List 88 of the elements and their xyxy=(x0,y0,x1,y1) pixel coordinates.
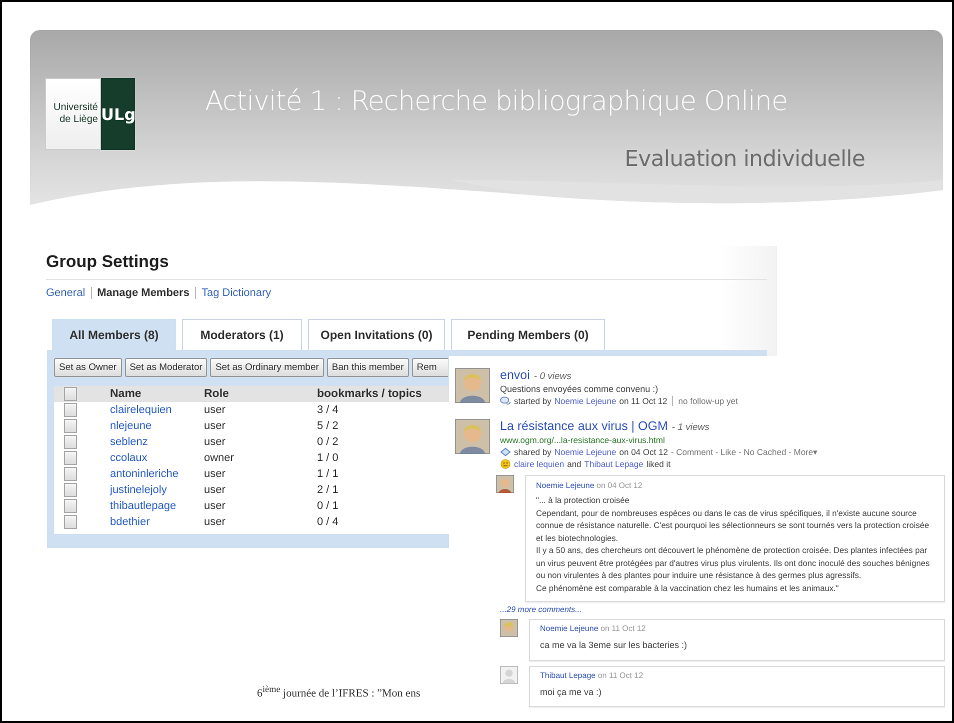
tab[interactable]: Moderators (1) xyxy=(182,319,302,350)
checkbox[interactable] xyxy=(64,483,77,497)
table-cell-text: user xyxy=(204,404,226,416)
checkbox[interactable] xyxy=(64,451,77,465)
table-cell-text: user xyxy=(204,516,226,528)
post-meta: no follow-up yet xyxy=(672,396,738,406)
table-cell: 2 / 1 xyxy=(317,484,338,496)
table-cell-text: user xyxy=(204,420,226,432)
smiley-icon xyxy=(500,459,511,469)
more-comments-link[interactable]: ...29 more comments... xyxy=(500,605,945,614)
slide-title: Activité 1 : Recherche bibliographique Online xyxy=(205,86,788,117)
tab[interactable]: Open Invitations (0) xyxy=(308,319,445,350)
table-cell: 1 / 0 xyxy=(317,452,338,464)
table-cell: 1 / 1 xyxy=(317,468,338,480)
action-button[interactable]: Ban this member xyxy=(326,358,409,377)
post-date: on 11 Oct 12 xyxy=(619,396,668,406)
table-cell-text: user xyxy=(204,436,226,448)
member-link[interactable]: thibautlepage xyxy=(110,500,204,512)
column-header: Name xyxy=(110,388,142,400)
action-button[interactable]: Set as Owner xyxy=(54,358,122,377)
member-link[interactable]: antoninleriche xyxy=(110,468,204,480)
member-link[interactable]: ccolaux xyxy=(110,452,204,464)
table-cell-text: user xyxy=(204,468,226,480)
user-link[interactable]: Thibaut Lepage xyxy=(584,459,644,469)
comment-text: "... à la protection croisée Cependant, pour de nombreuses espèces ou dans le cas de virus spécifiques, il n'existe aucune source connue de résistance naturelle. C'est pourquoi les sélectionneurs se sont tournés vers la protection croisée et les biotechnologies. Il y a 50 ans, des chercheurs ont découvert le phénomène de protection croisée. Des plantes infectées par un virus peuvent être protégées par d'autres virus plus virulents. Ils ont donc inoculé des souches bénignes ou non virulentes à des plantes pour induire une résistance à des germes plus agressifs. Ce phénomène est comparable à la vaccination chez les humains et les animaux." xyxy=(536,494,931,594)
column-header: bookmarks / topics xyxy=(317,388,422,400)
post-meta: started by xyxy=(514,396,552,406)
member-link[interactable]: bdethier xyxy=(110,516,204,528)
checkbox[interactable] xyxy=(64,403,77,417)
tab[interactable]: All Members (8) xyxy=(52,319,176,350)
action-button[interactable]: Set as Moderator xyxy=(124,358,208,377)
likes-text: liked it xyxy=(646,459,670,469)
nav-link[interactable]: Manage Members xyxy=(91,287,190,299)
post-meta: - Comment - Like - No Cached - More▾ xyxy=(670,447,818,457)
post-meta: shared by xyxy=(514,447,552,457)
table-cell-text: owner xyxy=(204,452,235,464)
member-link[interactable]: clairelequien xyxy=(110,404,204,416)
post-url: www.ogm.org/...la-resistance-aux-virus.html xyxy=(500,435,666,445)
action-button[interactable]: Set as Ordinary member xyxy=(210,358,324,377)
checkbox[interactable] xyxy=(64,467,77,481)
post-description: Questions envoyées comme convenu :) xyxy=(500,384,660,394)
member-link[interactable]: justinelejoly xyxy=(110,484,204,496)
author-link[interactable]: Noemie Lejeune xyxy=(540,624,598,633)
avatar-icon xyxy=(455,368,490,403)
table-cell-text: user xyxy=(204,484,226,496)
post-date: on 04 Oct 12 xyxy=(619,447,668,457)
table-cell: 0 / 4 xyxy=(317,516,338,528)
author-link[interactable]: Noemie Lejeune xyxy=(554,447,616,457)
tab[interactable]: Pending Members (0) xyxy=(451,319,605,350)
user-link[interactable]: claire lequien xyxy=(514,459,564,469)
checkbox[interactable] xyxy=(64,419,77,433)
avatar-icon xyxy=(455,419,490,454)
view-count: - 1 views xyxy=(672,422,710,433)
table-cell: 0 / 2 xyxy=(317,436,338,448)
avatar-icon xyxy=(496,475,514,493)
slide-footer: 6$^{ième}$ journée de l’IFRES : ”Mon ens xyxy=(257,684,420,700)
comment-text: ca me va la 3eme sur les bacteries :) xyxy=(540,639,688,652)
member-link[interactable]: seblenz xyxy=(110,436,204,448)
nav-link[interactable]: General xyxy=(46,287,86,299)
avatar-icon xyxy=(500,666,518,684)
post-title-link[interactable]: envoi xyxy=(500,368,530,382)
avatar-icon xyxy=(500,619,518,637)
comment-date: on 11 Oct 12 xyxy=(600,624,646,633)
table-cell: 5 / 2 xyxy=(317,420,338,432)
comment-date: on 11 Oct 12 xyxy=(598,670,644,680)
post-title-link[interactable]: La résistance aux virus | OGM xyxy=(500,419,668,433)
checkbox[interactable] xyxy=(64,435,77,449)
view-count: - 0 views xyxy=(534,371,572,382)
table-cell-text: user xyxy=(204,500,226,512)
action-button[interactable]: Rem xyxy=(412,358,448,377)
slide-subtitle: Evaluation individuelle xyxy=(624,147,865,172)
checkbox[interactable] xyxy=(64,499,77,513)
likes-text: and xyxy=(567,459,582,469)
member-link[interactable]: nlejeune xyxy=(110,420,204,432)
comment-text: moi ça me va :) xyxy=(540,686,603,698)
column-header: Role xyxy=(204,388,230,400)
nav-link[interactable]: Tag Dictionary xyxy=(195,287,272,299)
table-cell: 3 / 4 xyxy=(317,404,338,416)
author-link[interactable]: Noemie Lejeune xyxy=(536,481,594,490)
author-link[interactable]: Noemie Lejeune xyxy=(554,396,616,406)
author-link[interactable]: Thibaut Lepage xyxy=(540,670,596,680)
checkbox[interactable] xyxy=(64,515,77,529)
share-icon xyxy=(500,447,511,457)
checkbox[interactable] xyxy=(64,387,77,401)
table-cell: 0 / 1 xyxy=(317,500,338,512)
comment-date: on 04 Oct 12 xyxy=(596,481,642,490)
page-title: Group Settings xyxy=(46,252,767,280)
speech-bubbles-icon xyxy=(500,396,511,406)
